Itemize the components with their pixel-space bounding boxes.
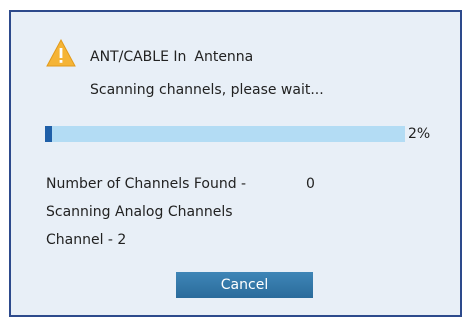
dialog-title: ANT/CABLE In Antenna — [90, 49, 253, 65]
warning-triangle-icon — [46, 39, 76, 67]
cancel-button[interactable]: Cancel — [176, 272, 313, 298]
progress-fill — [45, 126, 53, 142]
input-source: Antenna — [194, 49, 254, 65]
scan-message: Scanning channels, please wait... — [90, 82, 324, 98]
channels-found-label: Number of Channels Found - — [46, 176, 247, 192]
progress-percent: 2% — [408, 126, 431, 142]
channels-found-count: 0 — [306, 176, 315, 192]
scan-type-text: Scanning Analog Channels — [46, 204, 233, 220]
scan-dialog: ANT/CABLE In Antenna Scanning channels, p… — [9, 10, 462, 317]
current-channel-text: Channel - 2 — [46, 232, 127, 248]
input-label: ANT/CABLE In — [90, 49, 187, 65]
progress-bar — [45, 126, 405, 142]
